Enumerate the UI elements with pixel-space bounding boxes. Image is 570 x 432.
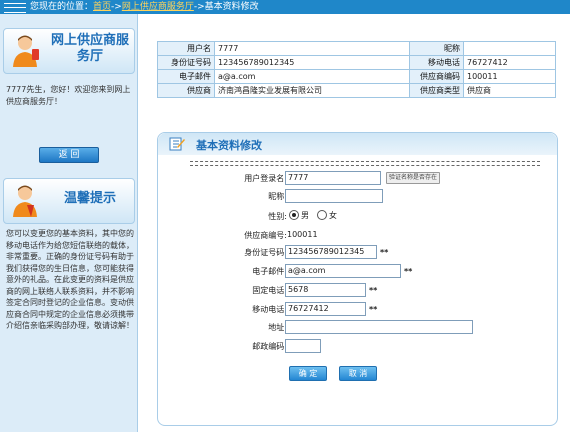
male-label: 男 <box>301 211 309 220</box>
check-name-button[interactable]: 验证名称是否存在 <box>386 172 441 184</box>
breadcrumb-home-link[interactable]: 首页 <box>93 2 111 12</box>
nickname-value <box>463 41 556 56</box>
left-sidebar: 网上供应商服务厅 7777先生，您好！欢迎您来到网上供应商服务厅！ 返 回 温馨… <box>0 14 138 432</box>
profile-edit-header: 基本资料修改 <box>158 133 557 155</box>
supplier-value: 济南鸿昌隆实业发展有限公司 <box>214 83 410 98</box>
required-mark: ** <box>369 286 378 295</box>
table-row: 用户名 7777 昵称 <box>157 41 556 56</box>
back-button[interactable]: 返 回 <box>39 147 99 163</box>
breadcrumb-separator: -> <box>111 2 122 12</box>
login-input[interactable]: 7777 <box>285 171 381 185</box>
phone-input[interactable]: 5678 <box>285 283 366 297</box>
top-breadcrumb-bar: 您现在的位置：首页->网上供应商服务厅->基本资料修改 <box>0 0 570 14</box>
supplier-code-value: 100011 <box>463 69 556 84</box>
idcard-input[interactable]: 123456789012345 <box>285 245 377 259</box>
email-value: a@a.com <box>214 69 410 84</box>
breadcrumb: 您现在的位置：首页->网上供应商服务厅->基本资料修改 <box>30 1 259 13</box>
service-avatar-icon <box>13 35 39 67</box>
zip-field-label: 邮政编码: <box>252 342 287 351</box>
profile-edit-title: 基本资料修改 <box>196 139 262 152</box>
supplier-code-row: 供应商编号: 100011 <box>158 228 557 244</box>
mobile-input[interactable]: 76727412 <box>285 302 366 316</box>
tips-title: 温馨提示 <box>63 191 116 206</box>
required-mark: ** <box>404 267 413 276</box>
table-row: 供应商 济南鸿昌隆实业发展有限公司 供应商类型 供应商 <box>157 83 556 98</box>
table-row: 身份证号码 123456789012345 移动电话 76727412 <box>157 55 556 70</box>
gender-row: 性别: 男 女 <box>158 209 557 225</box>
phone-field-label: 固定电话: <box>252 286 287 295</box>
supplier-code-label: 供应商编码 <box>409 69 464 84</box>
tips-avatar-icon <box>13 185 37 217</box>
nickname-label: 昵称 <box>409 41 464 56</box>
username-value: 7777 <box>214 41 410 56</box>
idcard-row: 身份证号码: 123456789012345 ** <box>158 245 557 261</box>
idcard-value: 123456789012345 <box>214 55 410 70</box>
supplier-type-value: 供应商 <box>463 83 556 98</box>
supplier-type-label: 供应商类型 <box>409 83 464 98</box>
supplier-code-field-label: 供应商编号: <box>244 231 287 240</box>
breadcrumb-prefix: 您现在的位置： <box>30 2 94 12</box>
supplier-code-field-value: 100011 <box>287 230 318 239</box>
breadcrumb-current: 基本资料修改 <box>204 2 259 12</box>
idcard-field-label: 身份证号码: <box>244 248 287 257</box>
address-row: 地址: <box>158 320 557 336</box>
required-mark: ** <box>380 248 389 257</box>
confirm-button[interactable]: 确 定 <box>289 366 327 381</box>
login-label: 用户登录名: <box>244 174 287 183</box>
divider <box>190 161 540 166</box>
breadcrumb-separator: -> <box>193 2 205 12</box>
email-field-label: 电子邮件: <box>252 267 287 276</box>
female-label: 女 <box>329 211 337 220</box>
table-row: 电子邮件 a@a.com 供应商编码 100011 <box>157 69 556 84</box>
mobile-label: 移动电话 <box>409 55 464 70</box>
tips-text: 您可以变更您的基本资料，其中您的移动电话作为给您短信联络的载体，非常重要。正确的… <box>6 229 134 330</box>
menu-lines-icon <box>4 3 26 13</box>
male-radio[interactable] <box>289 210 299 220</box>
service-hall-title: 网上供应商服务厅 <box>50 33 129 64</box>
account-info-table: 用户名 7777 昵称 身份证号码 123456789012345 移动电话 7… <box>157 41 556 98</box>
email-input[interactable]: a@a.com <box>285 264 401 278</box>
login-row: 用户登录名: 7777 验证名称是否存在 <box>158 171 557 187</box>
tips-header: 温馨提示 <box>3 178 135 224</box>
zip-row: 邮政编码: <box>158 339 557 355</box>
female-radio[interactable] <box>317 210 327 220</box>
profile-edit-panel: 基本资料修改 用户登录名: 7777 验证名称是否存在 昵称: 性别: 男 女 … <box>157 132 558 426</box>
address-input[interactable] <box>285 320 473 334</box>
breadcrumb-hall-link[interactable]: 网上供应商服务厅 <box>122 2 194 12</box>
edit-document-icon <box>169 137 185 151</box>
required-mark: ** <box>369 305 378 314</box>
mobile-row: 移动电话: 76727412 ** <box>158 302 557 318</box>
email-label: 电子邮件 <box>157 69 215 84</box>
mobile-field-label: 移动电话: <box>252 305 287 314</box>
mobile-value: 76727412 <box>463 55 556 70</box>
gender-label: 性别: <box>268 212 287 221</box>
nickname-row: 昵称: <box>158 189 557 205</box>
nickname-input[interactable] <box>285 189 383 203</box>
service-hall-header: 网上供应商服务厅 <box>3 28 135 74</box>
username-label: 用户名 <box>157 41 215 56</box>
email-row: 电子邮件: a@a.com ** <box>158 264 557 280</box>
phone-row: 固定电话: 5678 ** <box>158 283 557 299</box>
welcome-text: 7777先生，您好！欢迎您来到网上供应商服务厅！ <box>6 85 131 106</box>
zip-input[interactable] <box>285 339 321 353</box>
cancel-button[interactable]: 取 消 <box>339 366 377 381</box>
idcard-label: 身份证号码 <box>157 55 215 70</box>
supplier-label: 供应商 <box>157 83 215 98</box>
